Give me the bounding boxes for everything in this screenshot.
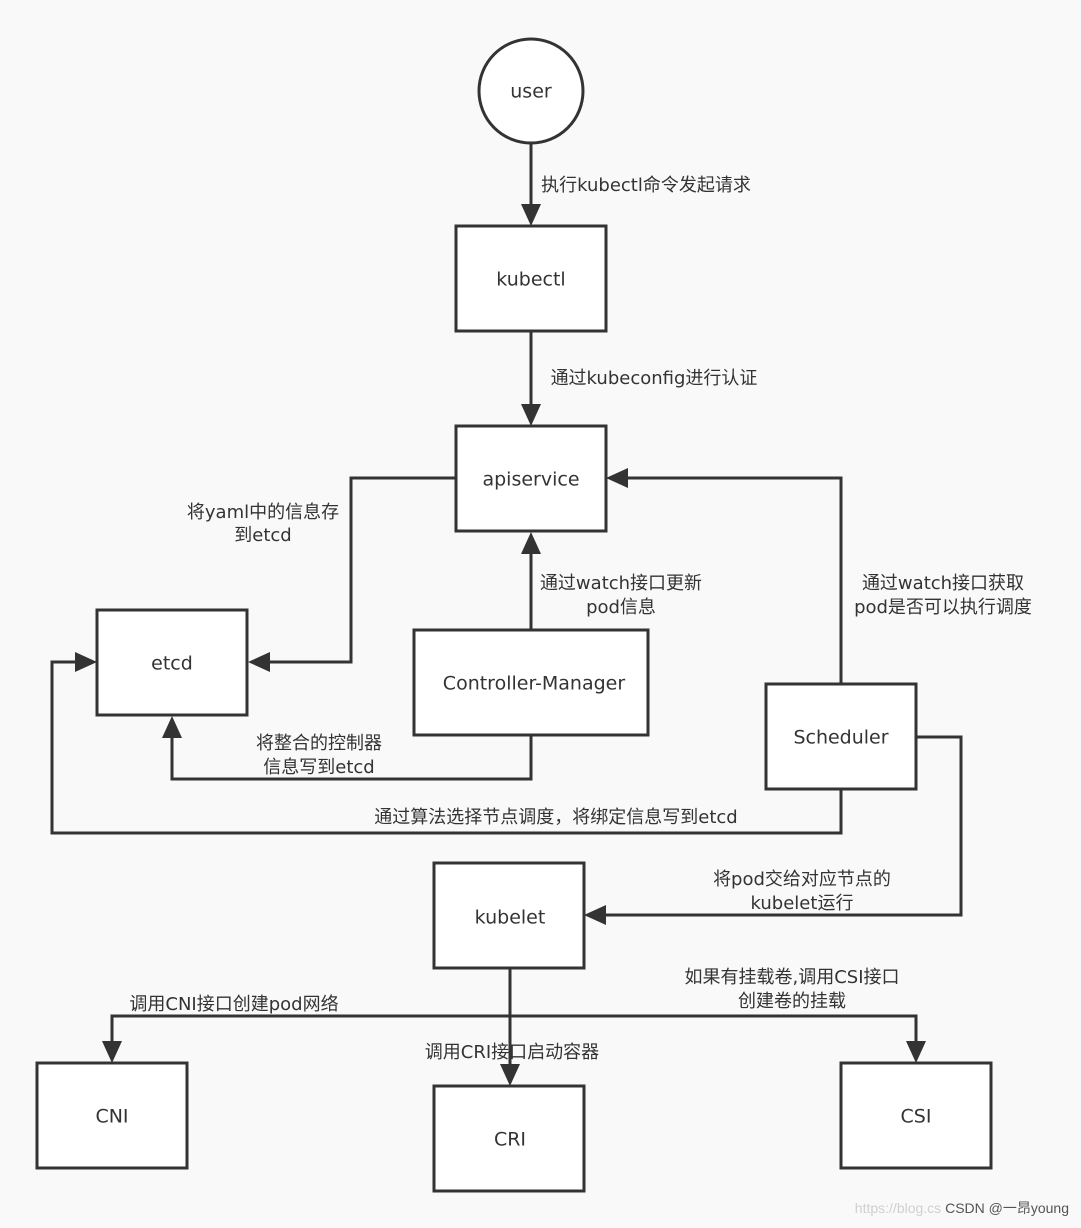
edge-label-line: 信息写到etcd (263, 757, 374, 778)
edge-label-line: 如果有挂载卷,调用CSI接口 (684, 967, 899, 988)
node-label: etcd (151, 653, 193, 675)
label-scheduler-to-kubelet: 将pod交给对应节点的 kubelet运行 (713, 869, 891, 914)
arrowhead-icon (606, 468, 628, 488)
node-label: CRI (494, 1129, 526, 1151)
node-apiservice: apiservice (454, 424, 608, 533)
edge-label-line: kubelet运行 (751, 893, 854, 914)
arrowhead-icon (500, 1064, 520, 1086)
label-controller-to-etcd: 将整合的控制器 信息写到etcd (256, 733, 382, 778)
arrowhead-icon (584, 905, 606, 925)
k8s-workflow-diagram: user kubectl apiservice etcd Controller-… (35, 37, 1032, 1193)
arrowhead-icon (248, 652, 270, 672)
node-label: CNI (95, 1106, 128, 1128)
arrowhead-icon (75, 652, 97, 672)
edge-label-line: 通过watch接口获取 (862, 573, 1024, 594)
edge-label-line: 通过kubeconfig进行认证 (551, 368, 758, 389)
edge-label-line: 调用CRI接口启动容器 (425, 1042, 599, 1063)
node-label: apiservice (482, 469, 579, 491)
label-apiservice-to-etcd: 将yaml中的信息存 到etcd (187, 502, 339, 546)
node-cri: CRI (432, 1084, 586, 1193)
edge-label-line: 通过算法选择节点调度，将绑定信息写到etcd (374, 807, 737, 828)
node-kubectl: kubectl (454, 224, 608, 333)
arrowhead-icon (102, 1041, 122, 1063)
node-label: kubelet (475, 907, 546, 929)
label-user-to-kubectl: 执行kubectl命令发起请求 (541, 175, 751, 196)
watermark-text: CSDN @一昂young (945, 1200, 1069, 1216)
edge-label-line: 调用CNI接口创建pod网络 (129, 994, 338, 1015)
label-scheduler-to-apiservice: 通过watch接口获取 pod是否可以执行调度 (854, 573, 1032, 618)
label-kubectl-to-apiservice: 通过kubeconfig进行认证 (551, 368, 758, 389)
label-kubelet-to-csi: 如果有挂载卷,调用CSI接口 创建卷的挂载 (684, 967, 899, 1012)
watermark-url: https://blog.cs (854, 1200, 942, 1216)
node-controller-manager: Controller-Manager (412, 628, 650, 737)
edge-label-line: 执行kubectl命令发起请求 (541, 175, 751, 196)
node-cni: CNI (35, 1061, 189, 1170)
label-controller-to-apiservice: 通过watch接口更新 pod信息 (540, 573, 702, 618)
edge-kubectl-to-apiservice (521, 331, 541, 426)
edge-label-line: pod是否可以执行调度 (854, 597, 1032, 618)
node-label: kubectl (496, 269, 565, 291)
arrowhead-icon (521, 404, 541, 426)
node-label: CSI (901, 1106, 932, 1128)
edge-controller-to-apiservice (521, 532, 541, 630)
node-label: user (510, 81, 552, 103)
label-kubelet-to-cri: 调用CRI接口启动容器 (425, 1042, 599, 1063)
label-kubelet-to-cni: 调用CNI接口创建pod网络 (129, 994, 338, 1015)
arrowhead-icon (521, 204, 541, 226)
node-user: user (477, 37, 585, 145)
edge-label-line: pod信息 (586, 597, 656, 618)
watermark: https://blog.cs CSDN @一昂young (855, 1198, 1069, 1218)
node-scheduler: Scheduler (764, 682, 918, 791)
edge-label-line: 通过watch接口更新 (540, 573, 702, 594)
node-etcd: etcd (95, 608, 249, 717)
arrowhead-icon (521, 532, 541, 554)
edge-label-line: 将pod交给对应节点的 (713, 869, 891, 890)
arrowhead-icon (162, 716, 182, 738)
edge-label-line: 将yaml中的信息存 (187, 502, 339, 523)
edge-label-line: 创建卷的挂载 (738, 991, 846, 1012)
node-label: Scheduler (793, 727, 888, 749)
node-kubelet: kubelet (432, 861, 586, 970)
label-scheduler-to-etcd: 通过算法选择节点调度，将绑定信息写到etcd (374, 807, 737, 828)
node-label: Controller-Manager (443, 673, 626, 695)
arrowhead-icon (906, 1041, 926, 1063)
edge-label-line: 到etcd (234, 525, 291, 546)
edge-label-line: 将整合的控制器 (256, 733, 382, 754)
edge-user-to-kubectl (521, 143, 541, 226)
edge-kubelet-to-cri (500, 968, 520, 1086)
node-csi: CSI (839, 1061, 993, 1170)
